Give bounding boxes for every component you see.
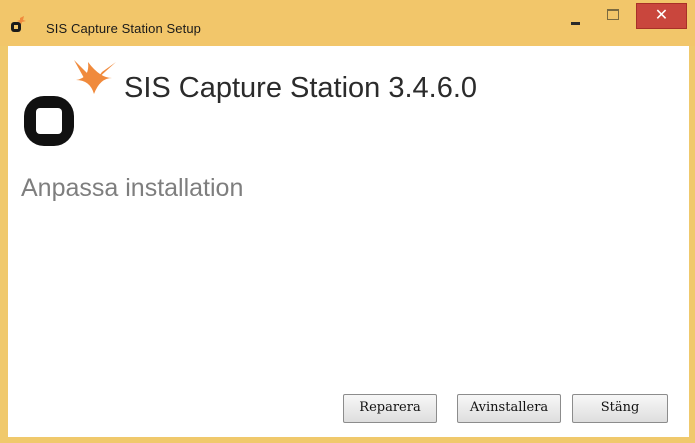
minimize-button[interactable]	[562, 5, 590, 31]
product-title: SIS Capture Station 3.4.6.0	[124, 72, 478, 104]
sis-logo-icon	[11, 16, 26, 32]
close-icon: ✕	[654, 7, 669, 24]
close-window-button[interactable]: ✕	[636, 3, 687, 29]
setup-content: SIS Capture Station 3.4.6.0 Anpassa inst…	[8, 46, 689, 437]
repair-button[interactable]: Reparera	[343, 394, 437, 423]
page-subtitle: Anpassa installation	[21, 174, 244, 202]
sis-logo-icon	[24, 60, 116, 146]
setup-window: SIS Capture Station Setup ✕ SIS Capture …	[0, 0, 695, 443]
window-title: SIS Capture Station Setup	[46, 21, 201, 36]
uninstall-button[interactable]: Avinstallera	[457, 394, 561, 423]
maximize-button[interactable]	[599, 5, 627, 31]
title-bar[interactable]: SIS Capture Station Setup ✕	[0, 0, 695, 46]
close-button[interactable]: Stäng	[572, 394, 668, 423]
